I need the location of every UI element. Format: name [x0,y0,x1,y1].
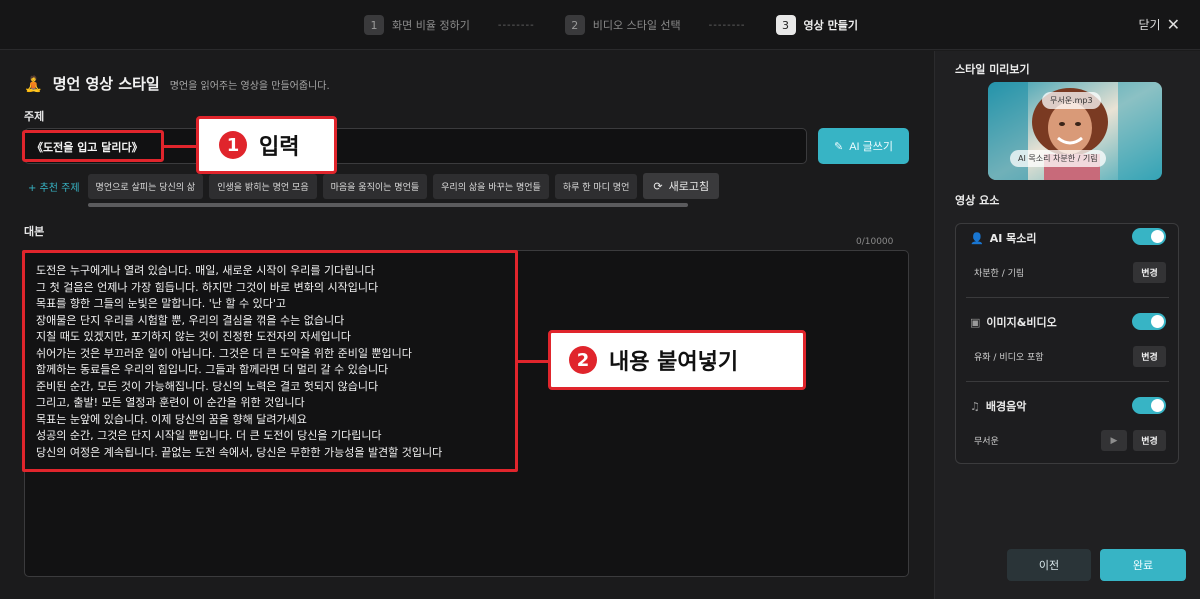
close-icon: ✕ [1166,14,1180,34]
refresh-label: 새로고침 [668,180,710,193]
element-sub: 유화 / 비디오 포함 [974,353,1044,363]
preview-voice-pill: AI 목소리 차분한 / 기림 [1010,150,1106,167]
element-label: 이미지&비디오 [986,316,1057,329]
topic-highlight-box [22,130,164,162]
close-button[interactable]: 닫기 ✕ [1139,16,1181,33]
change-voice-button[interactable]: 변경 [1133,262,1166,283]
previous-button[interactable]: 이전 [1007,549,1091,581]
stepper: 1 화면 비율 정하기 -------- 2 비디오 스타일 선택 ------… [364,14,858,36]
element-bgm: ♫ 배경음악 [970,398,1026,414]
chips-scrollbar[interactable] [88,203,688,207]
recommended-topics-label: + 추천 주제 [28,182,80,194]
recommended-topics: + 추천 주제 명언으로 살피는 당신의 삶 인생을 밝히는 명언 모음 마음을… [28,173,720,199]
main-panel: 🧘 명언 영상 스타일 명언을 읽어주는 영상을 만들어줍니다. 주제 《도전을… [0,51,933,599]
topic-chip[interactable]: 우리의 삶을 바꾸는 명언들 [433,173,549,199]
step-separator: -------- [708,19,746,31]
elements-box: 👤 AI 목소리 차분한 / 기림 변경 ▣ 이미지&비디오 유화 / 비디오 … [955,223,1179,464]
step-label: 화면 비율 정하기 [392,19,470,32]
preview-title: 스타일 미리보기 [955,63,1030,76]
char-count: 0/10000 [856,237,894,247]
page-title-row: 🧘 명언 영상 스타일 명언을 읽어주는 영상을 만들어줍니다. [24,73,330,94]
bgm-toggle[interactable] [1132,397,1166,414]
element-sub: 무서운 [974,437,999,447]
topic-chip[interactable]: 마음을 움직이는 명언들 [322,173,428,199]
callout-1-number: 1 [219,131,247,159]
callout-2: 2 내용 붙여넣기 [548,330,806,390]
topic-chip[interactable]: 하루 한 마디 명언 [554,173,638,199]
change-image-button[interactable]: 변경 [1133,346,1166,367]
topic-label: 주제 [24,110,45,123]
step-video-style[interactable]: 2 비디오 스타일 선택 [564,15,681,35]
meditating-person-icon: 🧘 [24,75,43,93]
callout-1-text: 입력 [259,135,300,160]
person-voice-icon: 👤 [970,231,984,245]
magic-wand-icon: ✎ [833,140,844,153]
step-make-video[interactable]: 3 영상 만들기 [775,15,858,35]
refresh-icon: ⟳ [653,179,663,193]
style-preview: 무서운.mp3 AI 목소리 차분한 / 기림 [988,82,1162,180]
image-video-toggle[interactable] [1132,313,1166,330]
image-video-icon: ▣ [970,315,981,329]
step-label: 영상 만들기 [803,19,858,32]
step-aspect-ratio[interactable]: 1 화면 비율 정하기 [364,15,470,35]
elements-title: 영상 요소 [955,194,1000,207]
music-note-icon: ♫ [970,399,980,413]
topic-chip[interactable]: 인생을 밝히는 명언 모음 [209,173,317,199]
element-sub: 차분한 / 기림 [974,269,1025,279]
step-number: 1 [364,15,384,35]
top-bar: 1 화면 비율 정하기 -------- 2 비디오 스타일 선택 ------… [0,0,1200,50]
topic-chip[interactable]: 명언으로 살피는 당신의 삶 [87,173,204,199]
callout-2-number: 2 [569,346,597,374]
script-label: 대본 [24,225,45,238]
callout-1-connector [164,145,198,148]
element-label: AI 목소리 [989,232,1037,245]
step-separator: -------- [497,19,535,31]
callout-2-text: 내용 붙여넣기 [609,350,739,375]
element-label: 배경음악 [985,400,1027,413]
close-label: 닫기 [1138,18,1161,32]
ai-write-label: AI 글쓰기 [849,141,894,153]
page-title: 명언 영상 스타일 [52,75,160,93]
callout-1: 1 입력 [196,116,337,174]
play-icon: ▶ [1110,435,1118,446]
element-ai-voice: 👤 AI 목소리 [970,230,1037,246]
divider [966,297,1169,298]
ai-voice-toggle[interactable] [1132,228,1166,245]
callout-2-connector [518,360,550,363]
script-highlight-box [22,250,518,472]
step-number: 2 [564,15,585,35]
refresh-button[interactable]: ⟳ 새로고침 [643,173,720,199]
side-panel: 스타일 미리보기 무서운.mp3 AI 목소리 차분한 / 기림 영상 요소 👤… [934,51,1200,599]
ai-write-button[interactable]: ✎ AI 글쓰기 [818,128,909,164]
preview-music-pill: 무서운.mp3 [1042,92,1101,109]
play-bgm-button[interactable]: ▶ [1101,430,1127,451]
divider [966,381,1169,382]
step-number: 3 [775,15,796,35]
done-button[interactable]: 완료 [1100,549,1186,581]
page-subtitle: 명언을 읽어주는 영상을 만들어줍니다. [169,81,330,92]
step-label: 비디오 스타일 선택 [592,19,681,32]
change-bgm-button[interactable]: 변경 [1133,430,1166,451]
element-image-video: ▣ 이미지&비디오 [970,314,1057,330]
